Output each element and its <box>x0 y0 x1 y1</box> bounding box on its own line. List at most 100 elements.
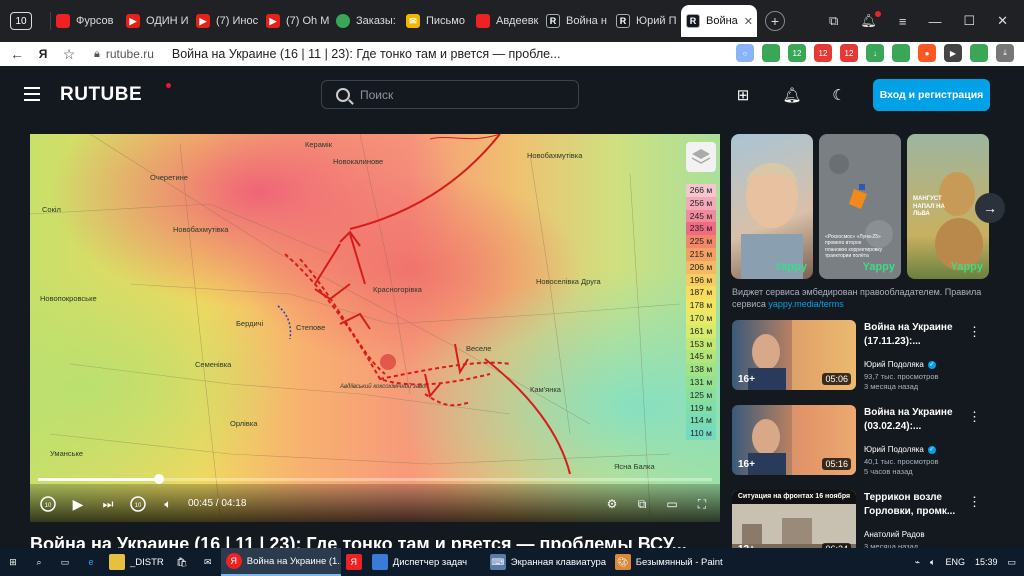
minimize-icon[interactable]: — <box>928 14 941 29</box>
url-domain[interactable]: rutube.ru <box>106 47 154 61</box>
maximize-icon[interactable]: ☐ <box>963 13 975 29</box>
close-window-icon[interactable]: ✕ <box>997 13 1008 29</box>
more-options-icon[interactable]: ⋮ <box>968 494 981 510</box>
next-icon[interactable]: ⏭︎ <box>98 494 118 514</box>
recommended-video[interactable]: 16+ 05:16 Война на Украине (03.02.24):..… <box>732 405 1002 489</box>
bell-icon[interactable]: 🔔︎ <box>778 81 806 109</box>
progress-handle[interactable] <box>153 474 164 484</box>
search-button[interactable]: ⌕ <box>26 548 52 576</box>
channel-label: Юрий Подоляка <box>864 445 924 454</box>
browser-tab[interactable]: ▶ (7) Oh M <box>261 5 331 37</box>
yandex-button[interactable]: Я <box>341 548 367 576</box>
upload-plus-icon[interactable]: ⊞ <box>729 81 757 109</box>
bell-icon[interactable]: 🔔︎ <box>860 11 881 29</box>
edge-button[interactable]: e <box>78 548 104 576</box>
settings-gear-icon[interactable]: ⚙ <box>602 494 622 514</box>
browser-tab[interactable]: R Юрий П <box>611 5 681 37</box>
legend-item: 215 м <box>686 247 716 261</box>
play-ext-icon[interactable]: ▶ <box>944 44 962 62</box>
store-button[interactable]: 🛍︎ <box>169 548 195 576</box>
video-title[interactable]: Война на Украине (03.02.24):... <box>864 406 964 434</box>
browser-tab[interactable]: R Война н <box>541 5 611 37</box>
new-tab-button[interactable]: + <box>765 11 785 31</box>
theater-mode-icon[interactable]: ▭ <box>662 494 682 514</box>
volume-icon[interactable]: 🔈︎ <box>158 494 178 514</box>
progress-bar[interactable] <box>38 474 712 484</box>
tab-label: Война н <box>566 15 607 27</box>
site-header: RUTUBE Поиск ⊞ 🔔︎ ☾ Вход и регистрация <box>0 66 1024 124</box>
recommended-video[interactable]: 16+ 05:06 Война на Украине (17.11.23):..… <box>732 320 1002 404</box>
video-title[interactable]: Война на Украине (17.11.23):... <box>864 321 964 349</box>
paint-icon: 🎨︎ <box>614 554 631 570</box>
map-label: Авдіївський коксохімічний завод <box>339 383 429 390</box>
browser-tab[interactable]: Заказы: <box>331 5 401 37</box>
ext-icon[interactable] <box>762 44 780 62</box>
taskbar-item-active[interactable]: Я Война на Украине (1... <box>220 548 341 576</box>
taskbar-item[interactable]: Диспетчер задач <box>367 548 485 576</box>
browser-tab-active[interactable]: R Война ✕ <box>681 5 757 37</box>
short-card[interactable]: «Роскосмос» «Луна-25» провело второе пла… <box>819 134 901 279</box>
video-title[interactable]: Террикон возле Горловки, промк... <box>864 491 964 519</box>
start-button[interactable]: ⊞ <box>0 548 26 576</box>
bookmark-icon[interactable]: ☆ <box>58 46 80 63</box>
ext-badge-icon[interactable]: 12 <box>788 44 806 62</box>
map-layers-button[interactable] <box>686 142 716 172</box>
clock[interactable]: 15:39 <box>975 557 998 567</box>
ext-icon[interactable]: ● <box>918 44 936 62</box>
network-icon[interactable]: ⌁ <box>915 557 920 568</box>
video-player[interactable]: Керамік Новокалинове Новобахмутівка Очер… <box>30 134 720 522</box>
back-arrow-icon[interactable]: ← <box>6 46 28 62</box>
browser-tab[interactable]: ▶ (7) Инос <box>191 5 261 37</box>
mail-icon: ✉ <box>204 556 212 567</box>
rutube-logo[interactable]: RUTUBE <box>60 84 142 106</box>
search-input[interactable]: Поиск <box>321 80 579 109</box>
legend-item: 206 м <box>686 260 716 274</box>
tab-label: (7) Oh M <box>286 15 330 27</box>
search-ext-icon[interactable]: ○ <box>736 44 754 62</box>
task-view-button[interactable]: ▭ <box>52 548 78 576</box>
play-button[interactable]: ▶ <box>68 494 88 514</box>
video-thumbnail[interactable]: 16+ 05:06 <box>732 320 856 390</box>
channel-name[interactable]: Анатолий Радов <box>864 530 925 539</box>
ext-icon[interactable] <box>970 44 988 62</box>
more-options-icon[interactable]: ⋮ <box>968 409 981 425</box>
yandex-logo-icon[interactable]: Я <box>34 47 52 61</box>
browser-tab[interactable]: ✉ Письмо <box>401 5 471 37</box>
forward-10-icon[interactable]: 10 <box>128 494 148 514</box>
ext-badge-icon[interactable]: 12 <box>840 44 858 62</box>
rewind-10-icon[interactable]: 10 <box>38 494 58 514</box>
taskbar-item[interactable]: 🎨︎ Безымянный - Paint <box>610 548 725 576</box>
download-icon[interactable]: ⤓ <box>996 44 1014 62</box>
volume-tray-icon[interactable]: 🔈︎ <box>930 557 935 568</box>
short-card[interactable]: Yappy <box>731 134 813 279</box>
collections-icon[interactable]: ⧉ <box>829 13 838 29</box>
ext-badge-icon[interactable]: 12 <box>814 44 832 62</box>
menu-icon[interactable]: ≡ <box>899 14 907 29</box>
store-icon: 🛍︎ <box>176 556 188 567</box>
channel-name[interactable]: Юрий Подоляка ✓ <box>864 445 936 454</box>
moon-icon[interactable]: ☾ <box>825 81 853 109</box>
ext-icon[interactable] <box>892 44 910 62</box>
url-page-title[interactable]: Война на Украине (16 | 11 | 23): Где тон… <box>172 47 561 61</box>
widget-terms-link[interactable]: yappy.media/terms <box>768 299 843 309</box>
channel-label: Анатолий Радов <box>864 530 925 539</box>
video-thumbnail[interactable]: 16+ 05:16 <box>732 405 856 475</box>
taskbar-item[interactable]: _DISTR <box>104 548 169 576</box>
language-indicator[interactable]: ENG <box>945 557 965 567</box>
browser-tab[interactable]: Фурсов <box>51 5 121 37</box>
browser-tab[interactable]: ▶ ОДИН И <box>121 5 191 37</box>
taskbar-item[interactable]: ⌨ Экранная клавиатура <box>485 548 610 576</box>
channel-name[interactable]: Юрий Подоляка ✓ <box>864 360 936 369</box>
download-ext-icon[interactable]: ↓ <box>866 44 884 62</box>
notifications-icon[interactable]: ▭ <box>1007 557 1016 568</box>
shorts-next-arrow-icon[interactable]: → <box>975 193 1005 223</box>
close-icon[interactable]: ✕ <box>744 15 753 28</box>
browser-tab[interactable]: Авдеевк <box>471 5 541 37</box>
tab-counter[interactable]: 10 <box>10 12 32 30</box>
mail-button[interactable]: ✉ <box>195 548 221 576</box>
login-button[interactable]: Вход и регистрация <box>873 79 990 111</box>
miniplayer-icon[interactable]: ⧉ <box>632 494 652 514</box>
fullscreen-icon[interactable]: ⛶ <box>692 494 712 514</box>
hamburger-menu-icon[interactable] <box>24 87 40 101</box>
more-options-icon[interactable]: ⋮ <box>968 324 981 340</box>
